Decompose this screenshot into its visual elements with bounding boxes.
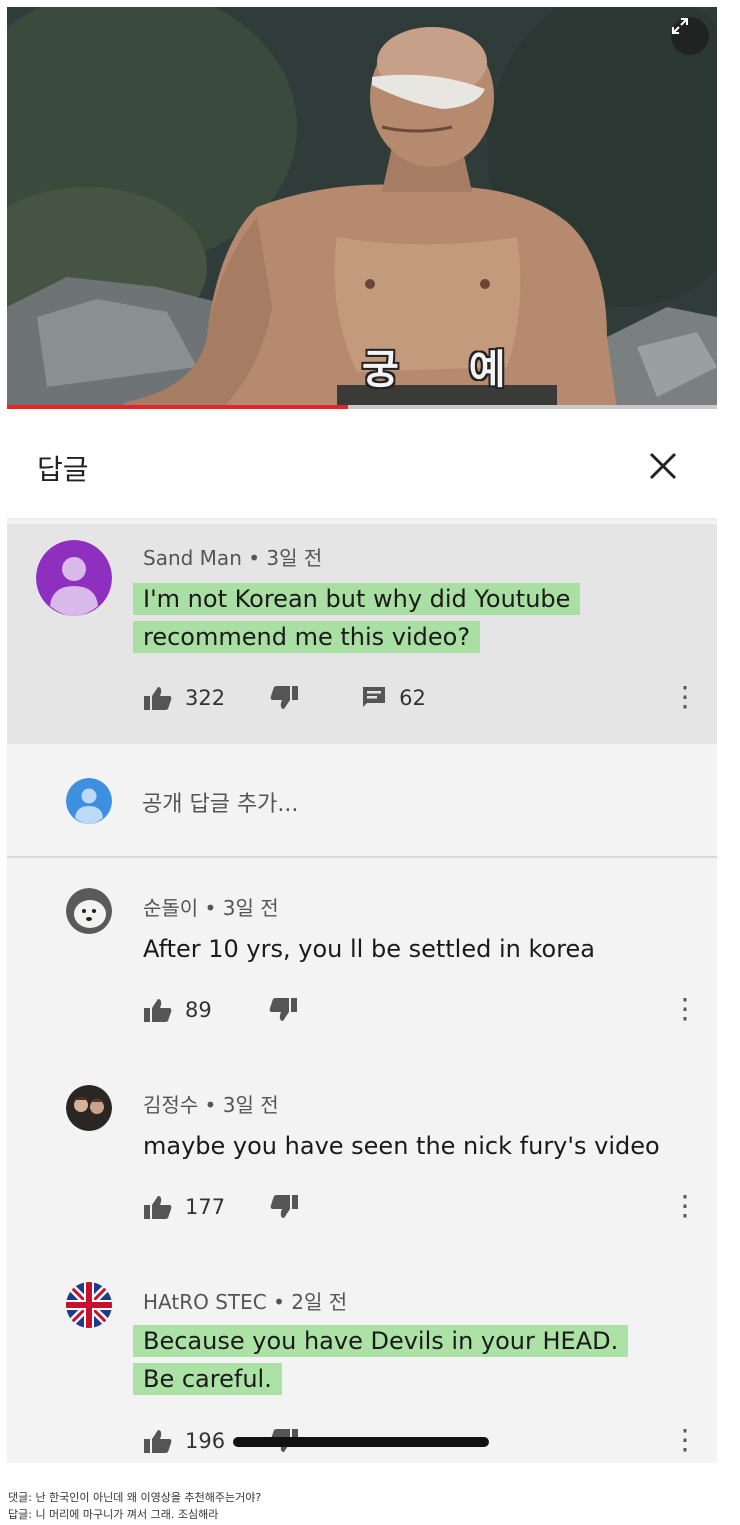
like-count: 322 [185,686,226,710]
comment-author[interactable]: 김정수 [143,1093,198,1117]
people-avatar-icon [66,1085,112,1131]
like-button[interactable]: 196 [143,1428,225,1454]
own-avatar [66,778,112,824]
comment-author[interactable]: Sand Man [143,546,242,570]
thumbs-up-icon [144,999,172,1022]
thumbs-up-icon [144,1430,172,1453]
dislike-button[interactable] [269,685,299,711]
like-count: 196 [185,1429,226,1453]
comment-actions: 177 [143,1187,299,1227]
home-indicator[interactable] [233,1437,489,1447]
default-user-icon [36,540,112,616]
like-count: 177 [185,1195,226,1219]
thumbs-down-icon [269,998,297,1021]
comment-time: 3일 전 [222,1093,279,1117]
comment-author[interactable]: HAtRO STEC [143,1290,267,1314]
video-player[interactable]: 궁 예 [7,7,717,409]
comment-meta: Sand Man • 3일 전 [143,542,322,571]
close-icon [649,452,677,480]
comment-time: 3일 전 [266,546,323,570]
reply-button[interactable]: 62 [361,685,426,711]
avatar[interactable] [66,888,112,934]
comment-meta: HAtRO STEC • 2일 전 [143,1286,347,1315]
thumbs-up-icon [144,687,172,710]
meta-separator: • [266,1290,292,1314]
fullscreen-expand-icon[interactable] [671,17,709,55]
more-options-icon[interactable]: ⋮ [671,682,699,712]
comment-icon [363,687,386,707]
user-icon [66,778,112,824]
expand-arrows-icon [672,18,688,34]
avatar[interactable] [66,1282,112,1328]
like-button[interactable]: 177 [143,1194,225,1220]
comment-text: After 10 yrs, you ll be settled in korea [143,935,596,963]
comment-text: Because you have Devils in your HEAD. Be… [133,1325,629,1395]
video-subtitle: 궁 예 [362,347,534,393]
comment-time: 3일 전 [222,896,279,920]
comment-meta: 김정수 • 3일 전 [143,1089,279,1118]
translation-line-2: 답글: 니 머리에 마구니가 껴서 그래. 조심해라 [8,1508,219,1521]
dog-avatar-icon [66,888,112,934]
parent-comment: Sand Man • 3일 전 I'm not Korean but why d… [7,524,717,744]
dislike-button[interactable] [268,997,298,1023]
like-count: 89 [185,998,212,1022]
reply-count: 62 [399,686,426,710]
like-button[interactable]: 89 [143,997,212,1023]
video-progress-bar[interactable] [7,405,717,409]
video-progress-fill [7,405,348,409]
thumbs-down-icon [270,686,299,709]
meta-separator: • [198,896,223,920]
comment-actions: 89 [143,990,298,1030]
comment-actions: 322 62 [143,678,426,718]
meta-separator: • [241,546,267,570]
thumbs-up-icon [144,1196,172,1219]
like-button[interactable]: 322 [143,685,225,711]
comment-author[interactable]: 순돌이 [143,896,198,920]
comment-text: maybe you have seen the nick fury's vide… [143,1132,660,1160]
thumbs-down-icon [270,1195,299,1218]
comment-time: 2일 전 [291,1290,348,1314]
translation-line-1: 댓글: 난 한국인이 아닌데 왜 이영상을 추천해주는거야? [8,1491,262,1504]
add-reply-row[interactable]: 공개 답글 추가... [7,744,717,858]
meta-separator: • [198,1093,223,1117]
reply-list: 순돌이 • 3일 전 After 10 yrs, you ll be settl… [7,858,717,1463]
panel-title: 답글 [37,453,89,486]
more-options-icon[interactable]: ⋮ [671,994,699,1024]
avatar[interactable] [36,540,112,616]
comment-text-container: Because you have Devils in your HEAD. Be… [133,1322,653,1398]
dislike-button[interactable] [269,1194,299,1220]
comment-text-container: I'm not Korean but why did Youtube recom… [133,580,603,656]
more-options-icon[interactable]: ⋮ [671,1425,699,1455]
comment-meta: 순돌이 • 3일 전 [143,892,279,921]
add-reply-input[interactable]: 공개 답글 추가... [142,786,298,818]
more-options-icon[interactable]: ⋮ [671,1191,699,1221]
close-button[interactable] [639,442,687,490]
union-jack-avatar-icon [66,1282,112,1328]
avatar[interactable] [66,1085,112,1131]
page: 궁 예 답글 Sand Man • 3일 전 I'm not Korean bu… [0,0,740,1525]
comment-text: I'm not Korean but why did Youtube recom… [133,583,581,653]
replies-panel-header: 답글 [7,412,717,524]
